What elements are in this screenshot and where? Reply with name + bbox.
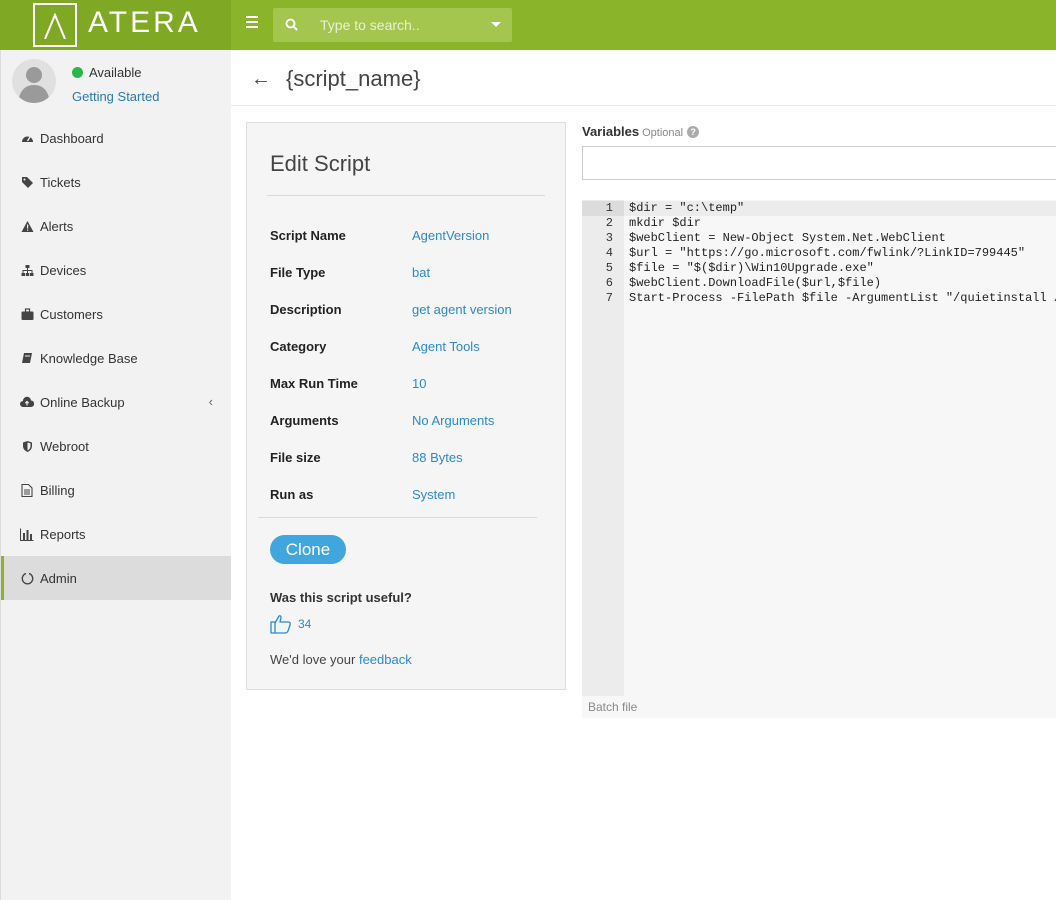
tags-icon [20,175,34,189]
cloud-upload-icon [20,395,34,409]
variables-label: Variables Optional? [582,124,700,139]
status-text[interactable]: Available [89,65,142,80]
sidebar-item-knowledge-base[interactable]: Knowledge Base [1,336,231,380]
search-icon [285,18,298,31]
sidebar-item-admin[interactable]: Admin [1,556,231,600]
status-indicator-icon [72,67,83,78]
language-label: Batch file [588,700,638,714]
field-value-link[interactable]: AgentVersion [412,228,489,243]
feedback-link[interactable]: feedback [359,652,412,667]
divider [231,105,1056,106]
document-icon [20,483,34,497]
sidebar-item-label: Devices [40,262,87,278]
menu-toggle-icon[interactable] [246,16,258,30]
code-text: Start-Process -FilePath $file -ArgumentL… [629,291,1056,305]
sidebar-item-reports[interactable]: Reports [1,512,231,556]
back-arrow-icon[interactable]: ← [251,68,271,91]
top-bar: ATERA Type to search.. [0,0,1056,50]
chevron-left-icon[interactable]: ‹ [209,394,213,409]
field-label: Max Run Time [270,376,358,391]
sidebar-nav: Dashboard Tickets Alerts Devices Custome… [1,116,231,600]
sidebar-item-label: Alerts [40,218,74,234]
feedback-line: We'd love your feedback [270,652,412,667]
chevron-down-icon[interactable] [491,22,501,27]
field-value-link[interactable]: 10 [412,376,426,391]
sidebar-item-devices[interactable]: Devices [1,248,231,292]
getting-started-link[interactable]: Getting Started [72,89,159,104]
editor-footer: Batch file [582,696,1056,718]
logo-text: ATERA [88,6,201,39]
sidebar-item-customers[interactable]: Customers [1,292,231,336]
sidebar-item-label: Admin [40,570,77,586]
sidebar-item-billing[interactable]: Billing [1,468,231,512]
variables-input[interactable] [582,146,1056,180]
sidebar: Available Getting Started Dashboard Tick… [0,50,231,900]
circle-notch-icon [20,571,34,585]
code-text: mkdir $dir [629,216,702,230]
field-value-link[interactable]: Agent Tools [412,339,480,354]
shield-icon [20,439,34,453]
code-text: $url = "https://go.microsoft.com/fwlink/… [629,246,1026,260]
divider [258,517,537,518]
atera-logo-icon [33,3,77,47]
sidebar-item-label: Knowledge Base [40,350,138,366]
field-label: Description [270,302,342,317]
sidebar-item-label: Reports [40,526,86,542]
field-label: File Type [270,265,326,280]
clone-button[interactable]: Clone [270,535,346,564]
field-value-link[interactable]: bat [412,265,430,280]
thumbs-up-icon[interactable] [270,614,292,634]
sitemap-icon [20,263,34,277]
code-editor[interactable]: 1 $dir = "c:\temp" 2 mkdir $dir 3 $webClien… [582,200,1056,696]
page-title: {script_name} [286,66,421,91]
sidebar-item-label: Billing [40,482,75,498]
dashboard-icon [20,131,34,145]
field-value-link[interactable]: System [412,487,455,502]
field-label: Category [270,339,327,354]
field-label: Run as [270,487,314,502]
likes-count: 34 [298,617,312,631]
help-icon[interactable]: ? [687,126,700,138]
sidebar-item-label: Tickets [40,174,81,190]
code-text: $dir = "c:\temp" [629,201,745,215]
search-input[interactable]: Type to search.. [320,17,420,33]
bar-chart-icon [20,527,34,541]
book-icon [20,351,34,365]
code-text: $file = "$($dir)\Win10Upgrade.exe" [629,261,874,275]
warning-icon [20,219,34,233]
field-label: File size [270,450,321,465]
sidebar-item-tickets[interactable]: Tickets [1,160,231,204]
field-value-link[interactable]: get agent version [412,302,512,317]
optional-label: Optional [642,127,684,139]
code-text: $webClient = New-Object System.Net.WebCl… [629,231,946,245]
sidebar-item-alerts[interactable]: Alerts [1,204,231,248]
field-label: Script Name [270,228,346,243]
avatar[interactable] [12,59,56,103]
sidebar-item-dashboard[interactable]: Dashboard [1,116,231,160]
feedback-prefix: We'd love your [270,652,356,667]
sidebar-item-online-backup[interactable]: Online Backup ‹ [1,380,231,424]
code-text: $webClient.DownloadFile($url,$file) [629,276,882,290]
sidebar-item-webroot[interactable]: Webroot [1,424,231,468]
card-title: Edit Script [270,151,371,176]
search-box[interactable]: Type to search.. [273,8,512,42]
useful-question: Was this script useful? [270,590,412,605]
field-label: Arguments [270,413,339,428]
sidebar-item-label: Customers [40,306,103,322]
divider [267,195,545,196]
briefcase-icon [20,307,34,321]
logo[interactable]: ATERA [0,0,231,50]
sidebar-item-label: Online Backup [40,394,125,410]
sidebar-item-label: Dashboard [40,130,104,146]
sidebar-item-label: Webroot [40,438,89,454]
field-value-link[interactable]: 88 Bytes [412,450,463,465]
variables-title: Variables [582,124,640,139]
field-value-link[interactable]: No Arguments [412,413,494,428]
edit-script-card: Edit Script Script Name AgentVersion Fil… [246,122,566,690]
